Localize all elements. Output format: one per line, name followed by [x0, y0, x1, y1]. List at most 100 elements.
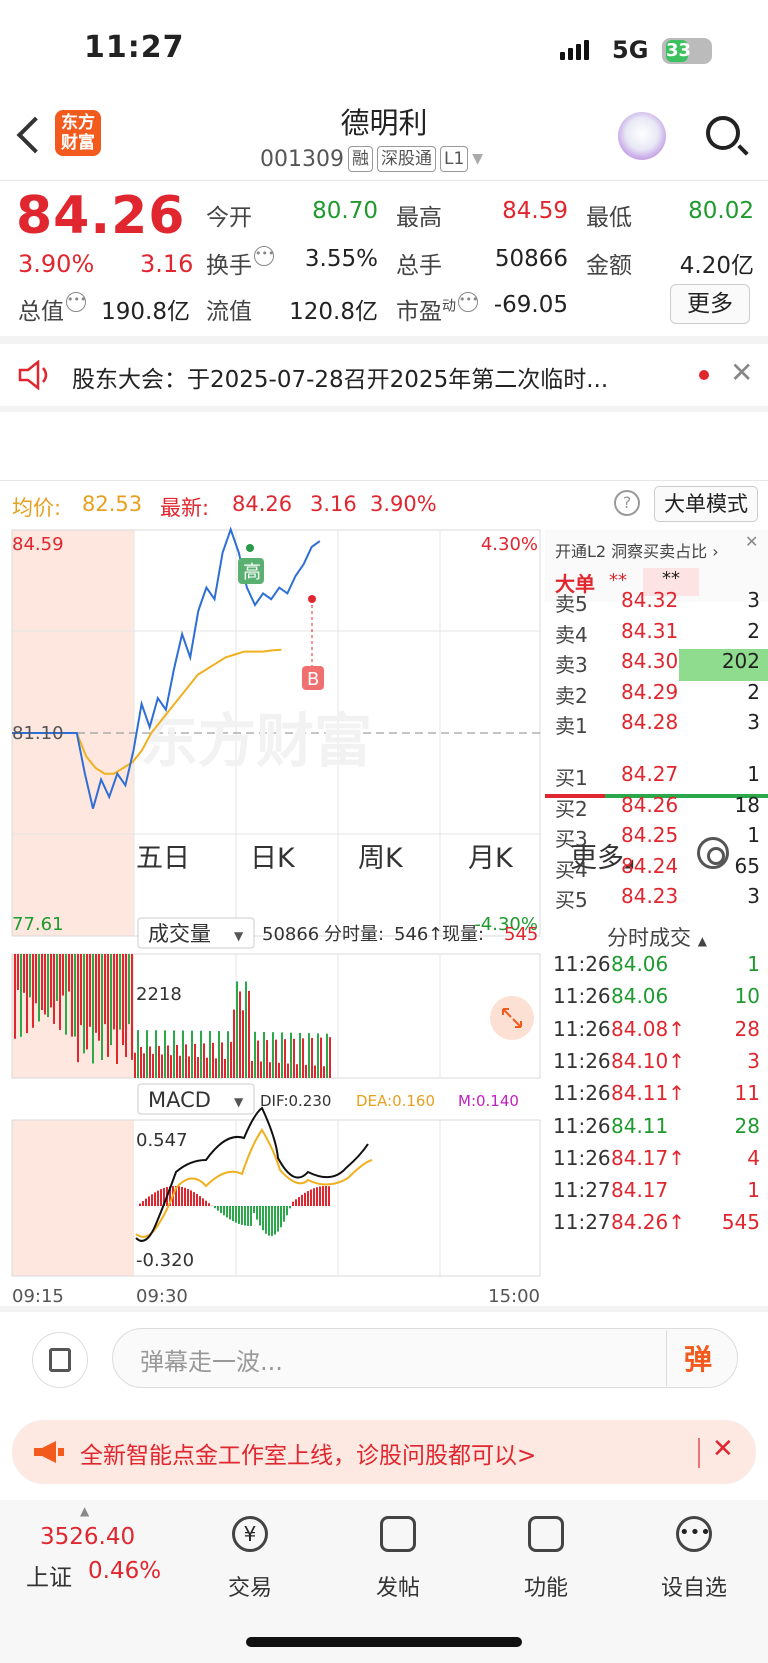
more-button[interactable]: 更多	[670, 284, 750, 324]
volume-bar	[236, 981, 238, 1078]
close-icon[interactable]: ✕	[745, 532, 758, 551]
tag-connect: 深股通	[376, 146, 436, 172]
bid-price: 84.24	[621, 853, 679, 878]
l2-label[interactable]: 开通L2 洞察买卖占比 ›	[555, 538, 719, 562]
axis-high-pct: 4.30%	[481, 534, 538, 555]
volume-bar	[323, 1066, 325, 1078]
trade-icon: ¥	[232, 1516, 268, 1552]
volume-bar	[137, 1030, 139, 1078]
danmu-send-button[interactable]: 弹	[684, 1338, 712, 1378]
close-icon[interactable]: ✕	[730, 356, 753, 389]
macd-bar	[217, 1206, 219, 1211]
bid-qty: 18	[734, 792, 760, 817]
volume-cur-label: 现量:	[442, 924, 484, 945]
volume-bar	[104, 954, 106, 1025]
macd-bar	[295, 1199, 297, 1206]
macd-bar	[262, 1206, 264, 1231]
tick-time: 11:26	[553, 1113, 611, 1138]
last-price: 84.26	[16, 186, 186, 246]
bid-qty: 65	[734, 853, 760, 878]
volume-bar	[32, 954, 34, 1028]
tick-qty: 28	[734, 1016, 760, 1041]
tick-price: 84.11↑	[611, 1081, 686, 1106]
volume-value: 50866	[494, 246, 568, 272]
avg-label: 均价:	[12, 496, 62, 520]
turnover-label[interactable]: 换手 •••	[206, 246, 274, 280]
assistant-avatar-icon[interactable]	[618, 112, 666, 160]
macd-bar	[190, 1190, 192, 1206]
svg-text:MACD: MACD	[148, 1088, 211, 1112]
volume-bar	[266, 1040, 268, 1078]
macd-bar	[244, 1206, 246, 1226]
search-icon[interactable]	[706, 116, 740, 150]
volume-bar	[263, 1031, 265, 1078]
ask-row: 卖3 84.30 202	[545, 649, 768, 681]
volume-bar	[62, 954, 64, 996]
volume-bar	[221, 1042, 223, 1078]
macd-min-label: -0.320	[136, 1250, 194, 1271]
last-value: 84.26	[232, 492, 293, 516]
macd-bar	[193, 1192, 195, 1206]
ask-price: 84.31	[621, 618, 679, 643]
close-icon[interactable]: ✕	[712, 1434, 734, 1464]
volume-bar	[80, 954, 82, 1026]
volume-bar	[299, 1032, 301, 1078]
notice-bar[interactable]: 股东大会：于2025-07-28召开2025年第二次临时... ✕	[0, 342, 768, 406]
macd-bar	[202, 1198, 204, 1206]
volume-bar	[188, 1056, 190, 1078]
intraday-chart[interactable]: 东方财富 高 B 84.59 81.10 77.61 4.30% -4.30% …	[0, 526, 545, 1307]
tick-qty: 11	[734, 1081, 760, 1106]
tick-qty: 1	[747, 1178, 760, 1203]
expand-up-icon[interactable]: ▲	[80, 1504, 89, 1518]
macd-dif: DIF:0.230	[260, 1092, 331, 1110]
danmu-settings-button[interactable]	[32, 1332, 88, 1388]
macd-bar	[187, 1188, 189, 1206]
tick-time: 11:26	[553, 1145, 611, 1170]
volume-bar	[209, 1030, 211, 1078]
macd-dea: DEA:0.160	[356, 1092, 435, 1110]
volume-bar	[254, 1031, 256, 1078]
volume-bar	[110, 954, 112, 1046]
index-name: 上证	[26, 1565, 72, 1591]
volume-bar	[17, 954, 19, 990]
stock-code-row[interactable]: 001309 融 深股通 L1 ▼	[260, 146, 483, 172]
battery-icon: 33	[662, 38, 712, 64]
time-label-close: 15:00	[488, 1286, 540, 1306]
ask-qty: 2	[747, 679, 760, 704]
volume-bar	[35, 954, 37, 1004]
ask-price: 84.30	[621, 649, 679, 673]
help-icon[interactable]: ?	[614, 490, 640, 516]
bid-row: 买2 84.26 18	[545, 793, 768, 825]
ask-row: 卖5 84.32 3	[545, 588, 768, 620]
market-cap-label[interactable]: 总值 •••	[18, 292, 86, 326]
volume-bar	[128, 954, 130, 1025]
index-value[interactable]: 3526.40	[40, 1524, 135, 1550]
volume-bar	[296, 1064, 298, 1078]
bid-level: 买2	[555, 796, 588, 821]
volume-bar	[227, 1031, 229, 1078]
volume-bar	[56, 954, 58, 1001]
big-order-mode-button[interactable]: 大单模式	[654, 486, 758, 522]
macd-bar	[220, 1206, 222, 1214]
info-dots-icon: •••	[458, 292, 478, 312]
volume-bar	[173, 1030, 175, 1078]
ask-qty: 2	[747, 618, 760, 643]
tick-qty: 28	[734, 1113, 760, 1138]
tick-time: 11:27	[553, 1178, 611, 1203]
ask-price: 84.28	[621, 710, 679, 734]
volume-bar	[170, 1055, 172, 1078]
macd-bar	[298, 1196, 300, 1206]
macd-bar	[232, 1206, 234, 1222]
tick-time: 11:27	[553, 1210, 611, 1235]
ticks-title[interactable]: 分时成交 ▲	[607, 922, 707, 952]
promo-banner[interactable]: 全新智能点金工作室上线，诊股问股都可以> ✕	[12, 1420, 756, 1484]
macd-bar	[316, 1187, 318, 1206]
document-icon	[49, 1348, 71, 1372]
volume-bar	[125, 954, 127, 1058]
bid-level: 买3	[555, 827, 588, 851]
volume-bar	[152, 1053, 154, 1078]
macd-bar	[265, 1206, 267, 1234]
volume-label: 总手	[396, 253, 442, 279]
pe-label[interactable]: 市盈动 •••	[396, 292, 478, 326]
volume-cur: 545	[504, 924, 538, 945]
